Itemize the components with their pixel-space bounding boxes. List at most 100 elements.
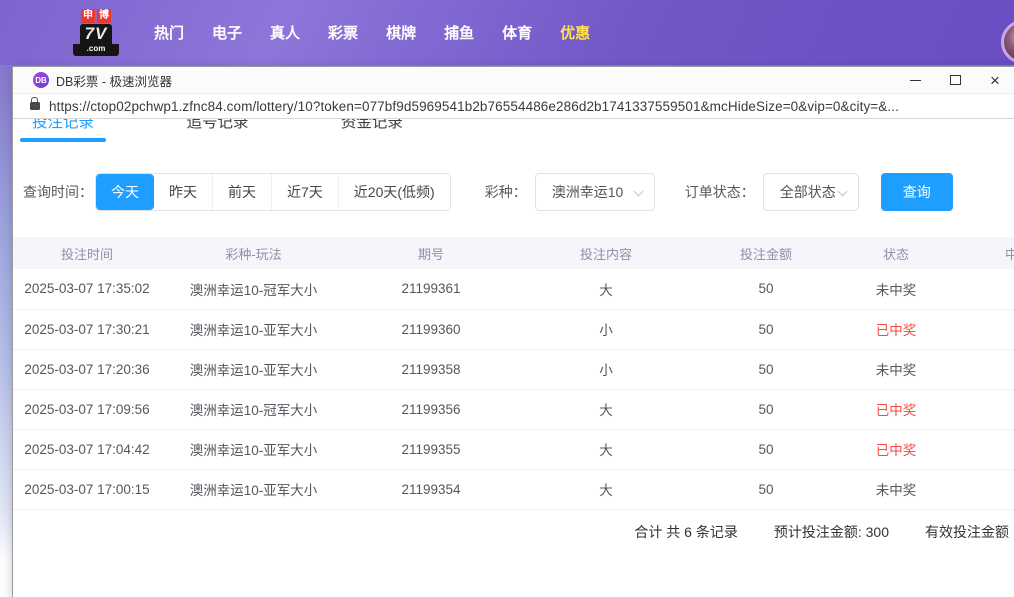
site-nav: 热门 电子 真人 彩票 棋牌 捕鱼 体育 优惠 bbox=[140, 22, 604, 43]
nav-item-electronic[interactable]: 电子 bbox=[198, 22, 256, 43]
game-cell: 澳洲幸运10-冠军大小 bbox=[161, 269, 346, 309]
time-option-day-before[interactable]: 前天 bbox=[212, 174, 271, 210]
status-cell: 未中奖 bbox=[836, 469, 956, 509]
tab-label: 追号记录 bbox=[186, 119, 248, 133]
time-option-last-7-days[interactable]: 近7天 bbox=[271, 174, 338, 210]
table-row: 2025-03-07 17:04:42 澳洲幸运10-亚军大小 21199355… bbox=[13, 429, 1014, 469]
win-amount-cell bbox=[956, 269, 1014, 309]
maximize-button[interactable] bbox=[935, 67, 975, 93]
time-option-last-20-days[interactable]: 近20天(低频) bbox=[338, 174, 450, 210]
time-option-today[interactable]: 今天 bbox=[96, 174, 154, 210]
table-row: 2025-03-07 17:00:15 澳洲幸运10-亚军大小 21199354… bbox=[13, 469, 1014, 509]
summary-bar: 合计 共 6 条记录 预计投注金额: 300 有效投注金额 bbox=[13, 510, 1014, 554]
maximize-icon bbox=[950, 75, 961, 85]
nav-item-lottery[interactable]: 彩票 bbox=[314, 22, 372, 43]
bet-amount-cell: 50 bbox=[696, 429, 836, 469]
bet-amount-cell: 50 bbox=[696, 469, 836, 509]
tab-chase-records[interactable]: 追号记录 bbox=[173, 119, 261, 143]
game-cell: 澳洲幸运10-亚军大小 bbox=[161, 309, 346, 349]
bet-records-table: 投注时间 彩种-玩法 期号 投注内容 投注金额 状态 中奖金额 2025-03-… bbox=[13, 237, 1014, 510]
col-header-bet-content: 投注内容 bbox=[516, 237, 696, 269]
order-status-select-value: 全部状态 bbox=[780, 184, 836, 200]
page-content: 投注记录 追号记录 资金记录 查询时间： 今天 昨天 前天 近7天 近20天(低… bbox=[13, 119, 1014, 597]
nav-item-fishing[interactable]: 捕鱼 bbox=[430, 22, 488, 43]
bet-amount-cell: 50 bbox=[696, 269, 836, 309]
nav-item-promo[interactable]: 优惠 bbox=[546, 22, 604, 43]
win-amount-cell bbox=[956, 309, 1014, 349]
col-header-win-amount: 中奖金额 bbox=[956, 237, 1014, 269]
nav-item-hot[interactable]: 热门 bbox=[140, 22, 198, 43]
status-cell: 已中奖 bbox=[836, 429, 956, 469]
bet-time-cell: 2025-03-07 17:35:02 bbox=[13, 269, 161, 309]
bet-content-cell: 小 bbox=[516, 309, 696, 349]
table-header-row: 投注时间 彩种-玩法 期号 投注内容 投注金额 状态 中奖金额 bbox=[13, 237, 1014, 269]
lottery-select[interactable]: 澳洲幸运10 bbox=[535, 173, 655, 211]
issue-cell: 21199358 bbox=[346, 349, 516, 389]
issue-cell: 21199356 bbox=[346, 389, 516, 429]
close-button[interactable]: × bbox=[975, 67, 1014, 93]
nav-item-sports[interactable]: 体育 bbox=[488, 22, 546, 43]
status-cell: 已中奖 bbox=[836, 309, 956, 349]
bet-amount-cell: 50 bbox=[696, 389, 836, 429]
window-controls: × bbox=[895, 67, 1014, 93]
tab-label: 投注记录 bbox=[32, 119, 94, 133]
lottery-type-label: 彩种： bbox=[485, 182, 527, 202]
record-tabs: 投注记录 追号记录 资金记录 bbox=[13, 119, 1014, 143]
browser-address-bar[interactable]: https://ctop02pchwp1.zfnc84.com/lottery/… bbox=[13, 94, 1014, 119]
bet-time-cell: 2025-03-07 17:30:21 bbox=[13, 309, 161, 349]
col-header-bet-time: 投注时间 bbox=[13, 237, 161, 269]
window-titlebar: DB DB彩票 - 极速浏览器 × bbox=[13, 67, 1014, 94]
win-amount-cell bbox=[956, 389, 1014, 429]
lock-icon bbox=[30, 102, 40, 110]
order-status-select[interactable]: 全部状态 bbox=[763, 173, 859, 211]
game-cell: 澳洲幸运10-亚军大小 bbox=[161, 469, 346, 509]
bet-content-cell: 大 bbox=[516, 469, 696, 509]
nav-item-chess[interactable]: 棋牌 bbox=[372, 22, 430, 43]
logo-badges: 申 博 bbox=[81, 9, 111, 23]
logo-badge-right: 博 bbox=[97, 9, 111, 23]
status-cell: 未中奖 bbox=[836, 269, 956, 309]
col-header-issue: 期号 bbox=[346, 237, 516, 269]
game-cell: 澳洲幸运10-亚军大小 bbox=[161, 349, 346, 389]
user-avatar[interactable] bbox=[1001, 20, 1014, 64]
win-amount-cell bbox=[956, 349, 1014, 389]
bet-time-cell: 2025-03-07 17:00:15 bbox=[13, 469, 161, 509]
tab-fund-records[interactable]: 资金记录 bbox=[328, 119, 416, 143]
screen: { "site_nav": { "logo": { "badge_left": … bbox=[0, 0, 1014, 597]
bet-content-cell: 大 bbox=[516, 389, 696, 429]
filter-bar: 查询时间： 今天 昨天 前天 近7天 近20天(低频) 彩种： 澳洲幸运10 订… bbox=[13, 173, 1014, 211]
bet-content-cell: 小 bbox=[516, 349, 696, 389]
query-time-label: 查询时间： bbox=[23, 182, 93, 202]
logo-sub-text: .com bbox=[73, 44, 119, 56]
bet-time-cell: 2025-03-07 17:09:56 bbox=[13, 389, 161, 429]
nav-item-live[interactable]: 真人 bbox=[256, 22, 314, 43]
table-row: 2025-03-07 17:09:56 澳洲幸运10-冠军大小 21199356… bbox=[13, 389, 1014, 429]
bet-amount-cell: 50 bbox=[696, 349, 836, 389]
db-favicon-icon: DB bbox=[33, 72, 49, 88]
site-header: 申 博 7V .com 热门 电子 真人 彩票 棋牌 捕鱼 体育 优惠 bbox=[0, 0, 1014, 65]
minimize-icon bbox=[910, 80, 921, 81]
issue-cell: 21199360 bbox=[346, 309, 516, 349]
valid-bet-amount: 有效投注金额 bbox=[925, 522, 1009, 542]
bet-time-cell: 2025-03-07 17:20:36 bbox=[13, 349, 161, 389]
col-header-status: 状态 bbox=[836, 237, 956, 269]
time-option-yesterday[interactable]: 昨天 bbox=[154, 174, 212, 210]
game-cell: 澳洲幸运10-冠军大小 bbox=[161, 389, 346, 429]
bet-content-cell: 大 bbox=[516, 429, 696, 469]
issue-cell: 21199355 bbox=[346, 429, 516, 469]
minimize-button[interactable] bbox=[895, 67, 935, 93]
url-text: https://ctop02pchwp1.zfnc84.com/lottery/… bbox=[49, 99, 899, 114]
table-row: 2025-03-07 17:20:36 澳洲幸运10-亚军大小 21199358… bbox=[13, 349, 1014, 389]
table-row: 2025-03-07 17:35:02 澳洲幸运10-冠军大小 21199361… bbox=[13, 269, 1014, 309]
status-cell: 未中奖 bbox=[836, 349, 956, 389]
col-header-bet-amount: 投注金额 bbox=[696, 237, 836, 269]
lottery-select-value: 澳洲幸运10 bbox=[552, 184, 624, 200]
table-row: 2025-03-07 17:30:21 澳洲幸运10-亚军大小 21199360… bbox=[13, 309, 1014, 349]
site-logo[interactable]: 申 博 7V .com bbox=[73, 9, 119, 56]
order-status-label: 订单状态： bbox=[685, 182, 755, 202]
win-amount-cell bbox=[956, 469, 1014, 509]
tab-bet-records[interactable]: 投注记录 bbox=[19, 119, 107, 143]
bet-time-cell: 2025-03-07 17:04:42 bbox=[13, 429, 161, 469]
expected-bet-amount: 预计投注金额: 300 bbox=[774, 522, 889, 542]
query-button[interactable]: 查询 bbox=[881, 173, 953, 211]
